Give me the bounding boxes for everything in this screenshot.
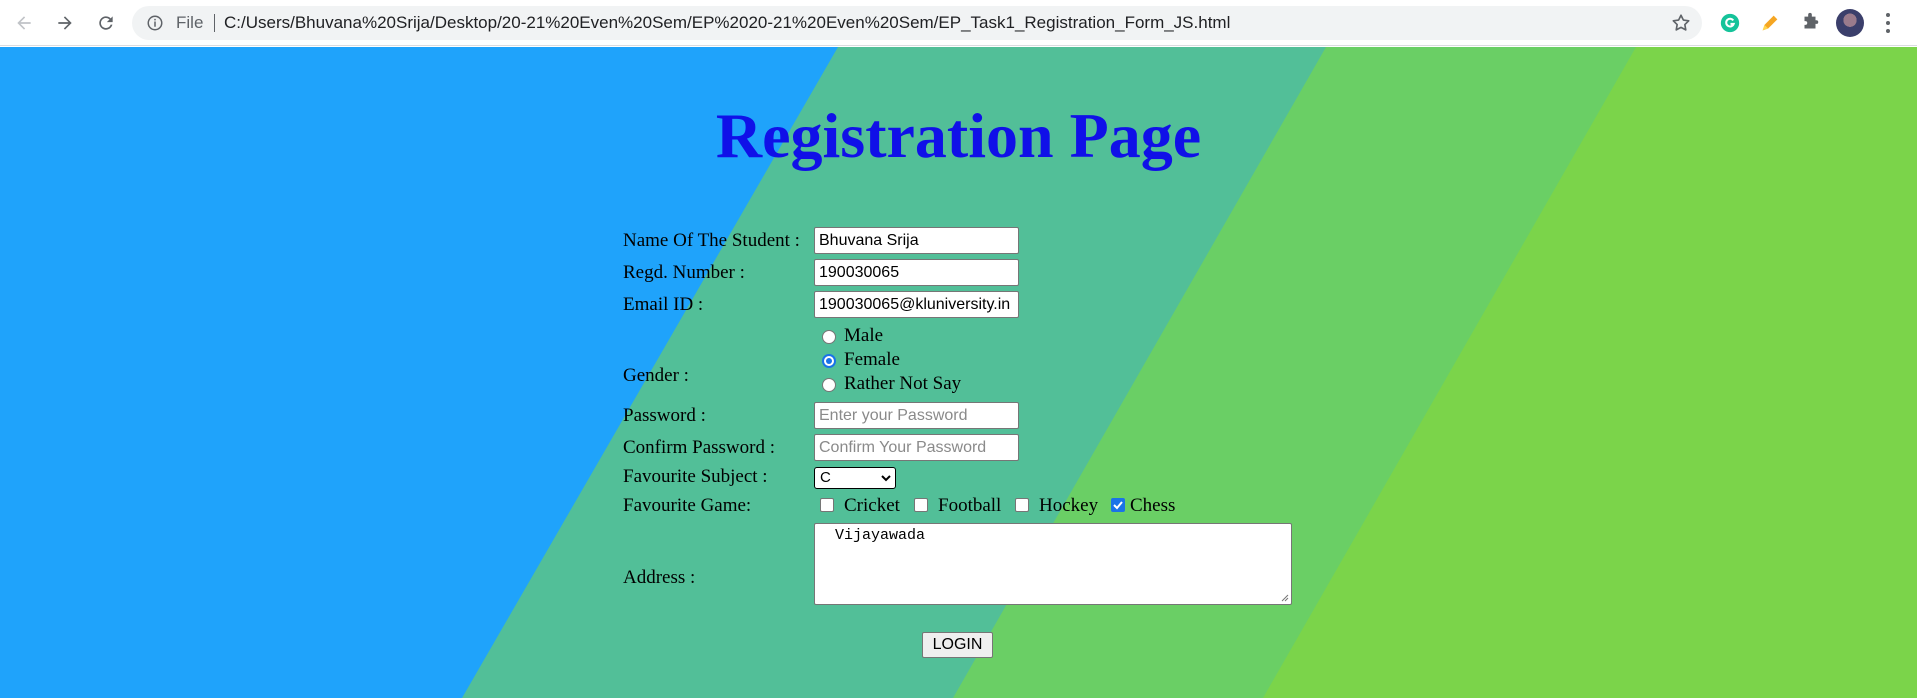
grammarly-extension[interactable] bbox=[1719, 12, 1741, 34]
subject-label: Favourite Subject : bbox=[623, 466, 768, 487]
gender-rather-not-say-label: Rather Not Say bbox=[844, 373, 962, 394]
game-chess-label: Chess bbox=[1130, 495, 1176, 516]
pen-extension[interactable] bbox=[1759, 12, 1781, 34]
extensions-button[interactable] bbox=[1799, 12, 1821, 34]
pencil-icon bbox=[1762, 15, 1778, 31]
omnibox-separator bbox=[214, 14, 215, 32]
confirm-password-input[interactable]: Confirm Your Password bbox=[814, 434, 1019, 461]
gender-rather-not-say-radio[interactable] bbox=[822, 378, 836, 392]
password-label: Password : bbox=[623, 405, 706, 426]
name-label: Name Of The Student : bbox=[623, 230, 800, 251]
game-football-label: Football bbox=[938, 495, 1002, 516]
gender-label: Gender : bbox=[623, 365, 689, 386]
game-cricket-checkbox[interactable] bbox=[820, 498, 834, 512]
email-input[interactable]: 190030065@kluniversity.in bbox=[814, 291, 1019, 318]
game-label: Favourite Game: bbox=[623, 495, 752, 516]
regd-label: Regd. Number : bbox=[623, 262, 745, 283]
resize-grip-icon[interactable] bbox=[1279, 592, 1289, 602]
grammarly-icon bbox=[1720, 13, 1740, 33]
puzzle-icon bbox=[1804, 12, 1819, 29]
file-scheme-label: File bbox=[176, 13, 204, 32]
back-arrow-icon bbox=[17, 16, 31, 30]
bookmark-star-icon[interactable] bbox=[1670, 12, 1692, 34]
browser-toolbar: File C:/Users/Bhuvana%20Srija/Desktop/20… bbox=[0, 0, 1917, 46]
game-hockey-label: Hockey bbox=[1039, 495, 1099, 516]
reload-icon bbox=[99, 16, 113, 30]
gender-male-radio[interactable] bbox=[822, 330, 836, 344]
address-label: Address : bbox=[623, 567, 696, 588]
page-canvas: Registration Page Name Of The Student : … bbox=[0, 47, 1917, 698]
address-value: Vijayawada bbox=[835, 527, 926, 544]
address-bar[interactable]: File C:/Users/Bhuvana%20Srija/Desktop/20… bbox=[132, 6, 1702, 40]
password-input[interactable]: Enter your Password bbox=[814, 402, 1019, 429]
back-button[interactable] bbox=[9, 8, 39, 38]
profile-avatar[interactable] bbox=[1836, 9, 1864, 37]
game-football-checkbox[interactable] bbox=[914, 498, 928, 512]
chevron-down-icon bbox=[881, 475, 891, 482]
name-input[interactable]: Bhuvana Srija bbox=[814, 227, 1019, 254]
browser-menu-icon[interactable] bbox=[1882, 11, 1894, 35]
info-icon[interactable] bbox=[146, 14, 164, 32]
subject-select-value: C bbox=[820, 469, 831, 486]
checkmark-icon bbox=[1113, 501, 1123, 510]
game-cricket-label: Cricket bbox=[844, 495, 900, 516]
address-textarea[interactable]: Vijayawada bbox=[814, 523, 1292, 605]
login-button[interactable]: LOGIN bbox=[922, 632, 993, 658]
game-chess-checkbox[interactable] bbox=[1111, 498, 1125, 512]
reload-button[interactable] bbox=[91, 8, 121, 38]
page-title: Registration Page bbox=[715, 100, 1202, 171]
url-text[interactable]: C:/Users/Bhuvana%20Srija/Desktop/20-21%2… bbox=[224, 13, 1230, 33]
gender-female-label: Female bbox=[844, 349, 900, 370]
gender-female-radio[interactable] bbox=[822, 354, 836, 368]
email-label: Email ID : bbox=[623, 294, 704, 315]
confirm-password-label: Confirm Password : bbox=[623, 437, 775, 458]
subject-select[interactable]: C bbox=[814, 467, 896, 489]
forward-arrow-icon bbox=[58, 16, 72, 30]
game-hockey-checkbox[interactable] bbox=[1015, 498, 1029, 512]
regd-input[interactable]: 190030065 bbox=[814, 259, 1019, 286]
gender-male-label: Male bbox=[844, 325, 884, 346]
forward-button[interactable] bbox=[50, 8, 80, 38]
